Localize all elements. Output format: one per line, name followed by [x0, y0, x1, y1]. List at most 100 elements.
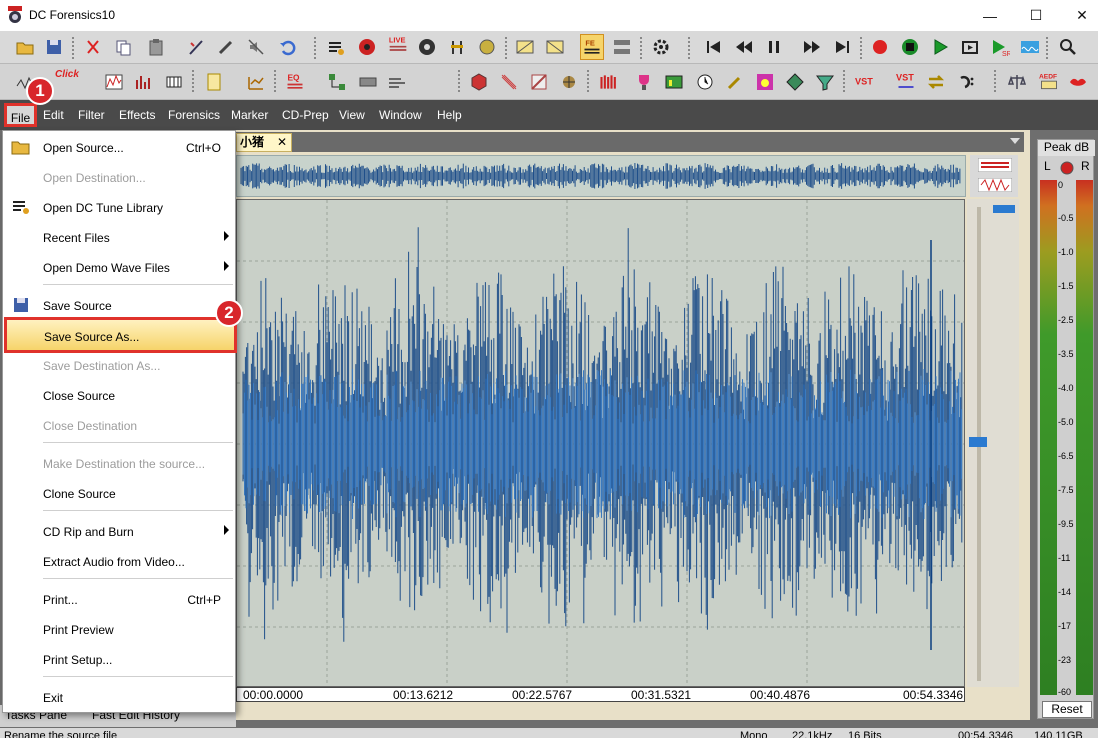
vst-chain-icon[interactable]: VST [893, 69, 919, 95]
save-icon[interactable] [43, 36, 65, 58]
tune-library-icon[interactable] [325, 36, 347, 58]
open-icon[interactable] [14, 36, 36, 58]
menu-forensics[interactable]: Forensics [168, 108, 220, 122]
document-icon[interactable] [203, 71, 225, 93]
magic-edit-icon[interactable] [186, 36, 208, 58]
split-icon[interactable] [611, 36, 633, 58]
brush-icon[interactable] [724, 71, 746, 93]
menu-filter[interactable]: Filter [78, 108, 105, 122]
zoom-slider-thumb[interactable] [993, 205, 1015, 213]
undo-icon[interactable] [276, 36, 298, 58]
menu-window[interactable]: Window [379, 108, 422, 122]
menu-item-save-source-as[interactable]: Save Source As... [4, 317, 237, 353]
skip-end-icon[interactable] [831, 36, 853, 58]
fe-icon[interactable]: FE [580, 34, 604, 60]
chart-icon[interactable] [245, 71, 267, 93]
swap-icon[interactable] [925, 71, 947, 93]
menu-item-cd-rip-and-burn[interactable]: CD Rip and Burn [3, 517, 235, 545]
clip-indicator-icon[interactable] [1060, 161, 1074, 175]
play-selection-icon[interactable]: SR [989, 36, 1011, 58]
level-icon[interactable] [446, 36, 468, 58]
vertical-zoom-slider[interactable] [967, 199, 1019, 687]
menu-help[interactable]: Help [437, 108, 462, 122]
menu-item-print-setup[interactable]: Print Setup... [3, 645, 235, 673]
bars-icon[interactable] [163, 71, 185, 93]
menu-item-exit[interactable]: Exit [3, 683, 235, 711]
funnel-icon[interactable] [814, 71, 836, 93]
meter-reset-button[interactable]: Reset [1042, 701, 1092, 718]
device-icon[interactable] [357, 71, 379, 93]
menu-item-print-preview[interactable]: Print Preview [3, 615, 235, 643]
stop-icon[interactable] [899, 36, 921, 58]
aedf-icon[interactable]: AEDF [1036, 69, 1062, 95]
hex-filter-icon[interactable] [468, 71, 490, 93]
bug-icon[interactable] [558, 71, 580, 93]
menu-item-open-tune-library[interactable]: Open DC Tune Library [3, 193, 235, 221]
wave-view-icon[interactable] [1019, 36, 1041, 58]
fade-out-icon[interactable] [544, 36, 566, 58]
menu-cd-prep[interactable]: CD-Prep [282, 108, 329, 122]
fast-forward-icon[interactable] [801, 36, 823, 58]
disc-icon[interactable] [416, 36, 438, 58]
menu-item-save-source[interactable]: Save Source [3, 291, 235, 319]
menu-item-close-source[interactable]: Close Source [3, 381, 235, 409]
settings-gear-icon[interactable] [650, 36, 672, 58]
play-icon[interactable] [929, 36, 951, 58]
menu-view[interactable]: View [339, 108, 365, 122]
lips-icon[interactable] [1067, 71, 1089, 93]
menu-file[interactable]: File [4, 103, 37, 127]
clock-icon[interactable] [694, 71, 716, 93]
rewind-icon[interactable] [733, 36, 755, 58]
note-icon[interactable] [754, 71, 776, 93]
menu-item-clone-source[interactable]: Clone Source [3, 479, 235, 507]
menu-marker[interactable]: Marker [231, 108, 268, 122]
document-tab[interactable]: 小猪 ✕ [236, 133, 292, 152]
record-icon[interactable] [869, 36, 891, 58]
menu-effects[interactable]: Effects [119, 108, 155, 122]
network-icon[interactable] [326, 71, 348, 93]
tab-dropdown-icon[interactable] [1010, 138, 1020, 144]
menu-item-open-source[interactable]: Open Source... Ctrl+O [3, 133, 235, 161]
waveform-overview[interactable] [236, 155, 966, 197]
maximize-button[interactable]: ☐ [1013, 0, 1059, 31]
diamond-icon[interactable] [784, 71, 806, 93]
skip-start-icon[interactable] [703, 36, 725, 58]
filter-icon[interactable] [528, 71, 550, 93]
spectrum-icon[interactable] [103, 71, 125, 93]
vst-plugin-icon[interactable]: VST [852, 69, 878, 95]
cut-icon[interactable] [82, 36, 104, 58]
menu-item-recent-files[interactable]: Recent Files [3, 223, 235, 251]
menu-edit[interactable]: Edit [43, 108, 64, 122]
close-window-button[interactable]: ✕ [1059, 0, 1098, 31]
record-disc-icon[interactable] [356, 36, 378, 58]
loop-play-icon[interactable] [959, 36, 981, 58]
copy-icon[interactable] [112, 36, 134, 58]
minimize-button[interactable]: — [967, 0, 1013, 31]
mute-icon[interactable] [245, 36, 267, 58]
pencil-icon[interactable] [215, 36, 237, 58]
balance-icon[interactable] [1006, 71, 1028, 93]
paste-icon[interactable] [145, 36, 167, 58]
close-tab-button[interactable]: ✕ [277, 134, 287, 151]
trophy-icon[interactable] [633, 71, 655, 93]
waveform-display[interactable] [236, 199, 965, 687]
bass-clef-icon[interactable] [955, 71, 977, 93]
menu-item-print[interactable]: Print... Ctrl+P [3, 585, 235, 613]
zoom-icon[interactable] [1057, 36, 1079, 58]
live-icon[interactable]: LIVE [386, 34, 410, 56]
noise-icon[interactable] [386, 71, 408, 93]
fade-in-icon[interactable] [514, 36, 536, 58]
wave-view-toggle-icon[interactable] [978, 178, 1012, 192]
histogram-icon[interactable] [133, 71, 155, 93]
pause-icon[interactable] [763, 36, 785, 58]
stereo-view-icon[interactable] [978, 158, 1012, 172]
meter-tick: -1.0 [1058, 247, 1074, 257]
scatter-icon[interactable] [498, 71, 520, 93]
level-slider-thumb[interactable] [969, 437, 987, 447]
spectrogram-icon[interactable] [663, 71, 685, 93]
menu-item-extract-audio-from-video[interactable]: Extract Audio from Video... [3, 547, 235, 575]
meter-bars-icon[interactable] [596, 71, 622, 93]
equalizer-icon[interactable]: EQ [283, 69, 307, 95]
menu-item-open-demo-wave-files[interactable]: Open Demo Wave Files [3, 253, 235, 281]
knob-icon[interactable] [476, 36, 498, 58]
